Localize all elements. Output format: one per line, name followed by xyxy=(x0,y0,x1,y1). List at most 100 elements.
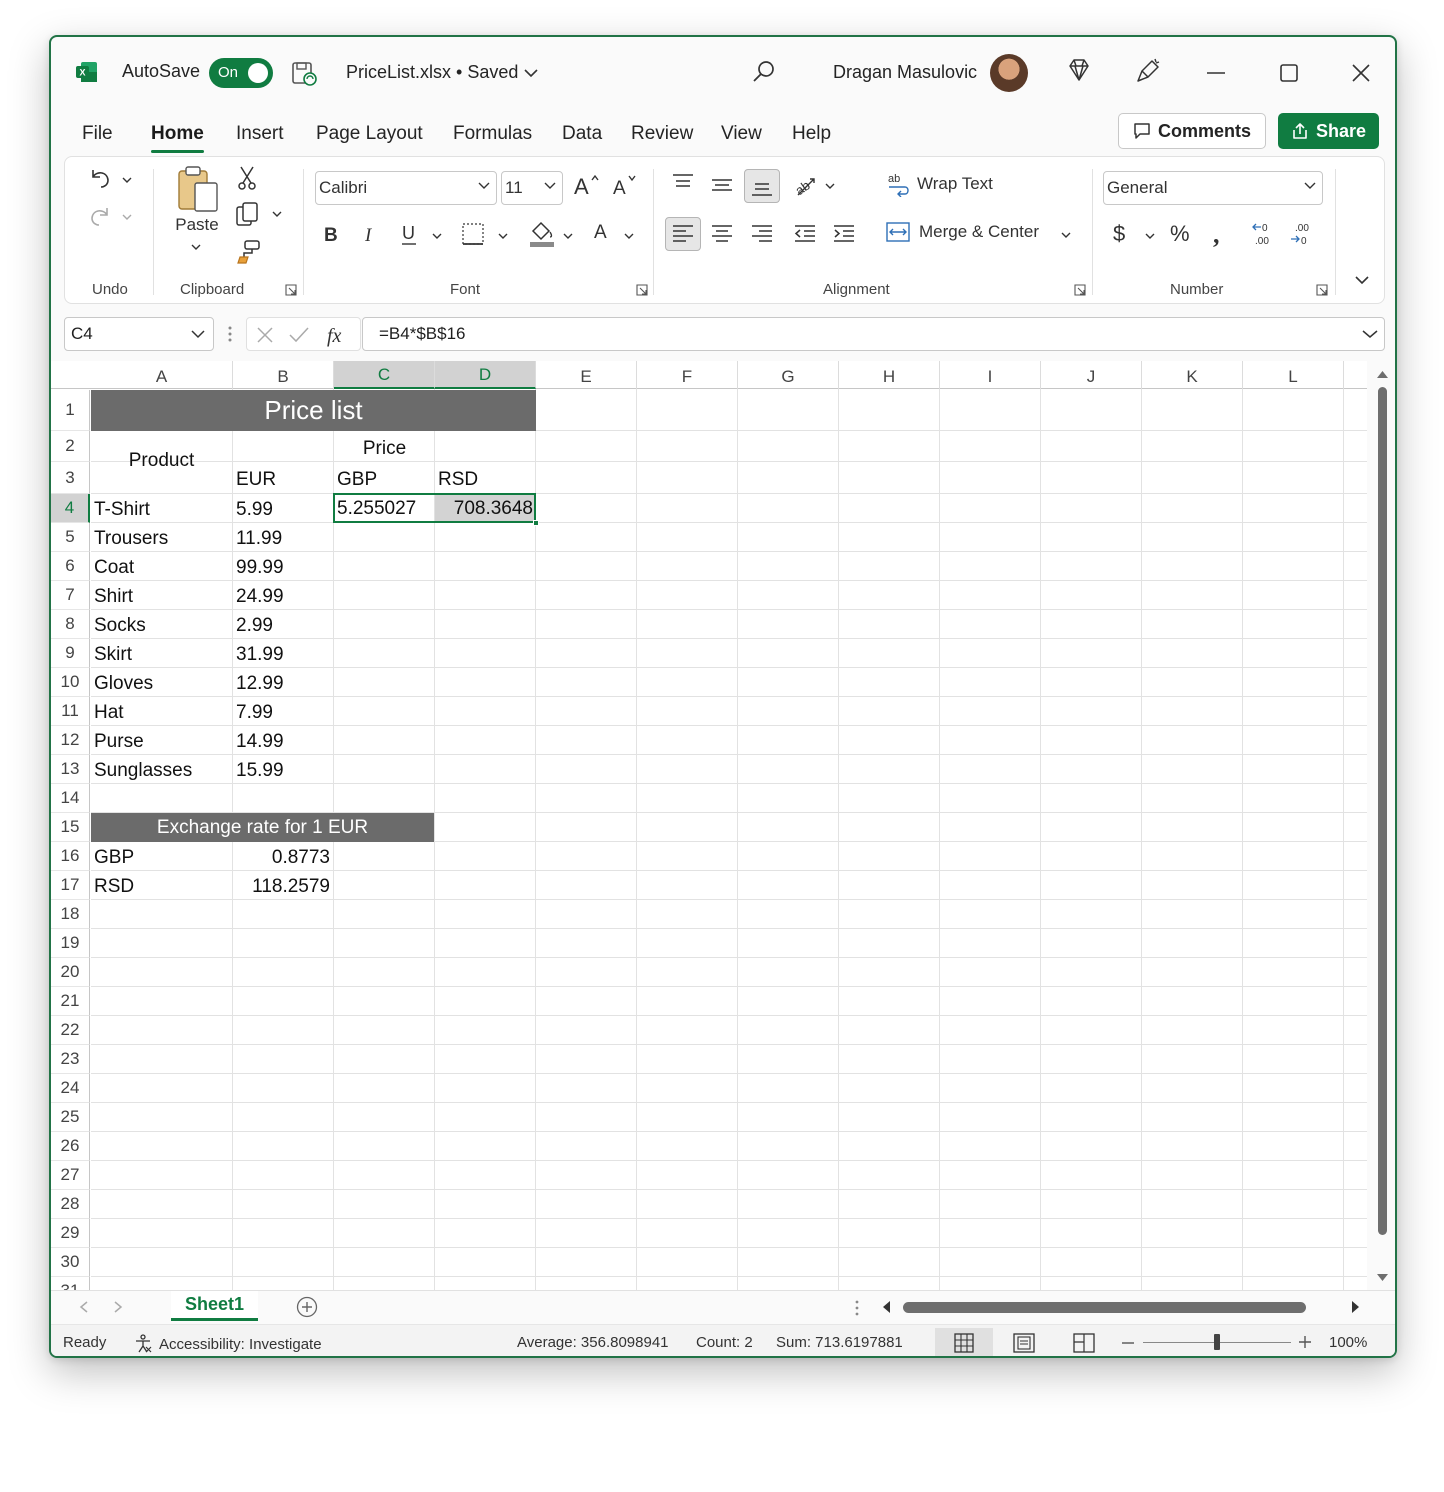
cell-C4[interactable]: 5.255027 xyxy=(334,494,434,522)
fill-color-icon[interactable] xyxy=(528,219,556,249)
prev-sheet-arrow-icon[interactable] xyxy=(79,1301,89,1313)
undo-icon[interactable] xyxy=(87,166,113,192)
ribbon-expand-chevron-icon[interactable] xyxy=(1354,275,1370,285)
cancel-x-icon[interactable] xyxy=(255,325,275,345)
orientation-icon[interactable]: ab xyxy=(792,171,820,199)
sheet-tab-sheet1[interactable]: Sheet1 xyxy=(171,1291,258,1321)
cell-B7[interactable]: 24.99 xyxy=(233,581,333,610)
zoom-level[interactable]: 100% xyxy=(1329,1334,1367,1351)
row-header-26[interactable]: 26 xyxy=(51,1132,90,1161)
row-header-31[interactable]: 31 xyxy=(51,1277,90,1290)
copy-dropdown-chevron-icon[interactable] xyxy=(272,210,282,218)
column-header-K[interactable]: K xyxy=(1142,361,1243,389)
row-header-9[interactable]: 9 xyxy=(51,639,90,668)
row-header-27[interactable]: 27 xyxy=(51,1161,90,1190)
zoom-in-plus-icon[interactable] xyxy=(1299,1336,1311,1348)
decrease-font-size-icon[interactable]: A xyxy=(611,172,641,200)
format-painter-icon[interactable] xyxy=(235,239,261,265)
accessibility-checker[interactable]: Accessibility: Investigate xyxy=(133,1334,322,1354)
row-header-16[interactable]: 16 xyxy=(51,842,90,871)
row-header-7[interactable]: 7 xyxy=(51,581,90,610)
premium-diamond-icon[interactable] xyxy=(1066,57,1092,83)
row-header-24[interactable]: 24 xyxy=(51,1074,90,1103)
align-center-icon[interactable] xyxy=(709,221,735,247)
redo-icon[interactable] xyxy=(87,204,113,230)
save-sync-icon[interactable] xyxy=(291,61,317,87)
formula-input[interactable]: =B4*$B$16 xyxy=(362,317,1385,351)
cell-A6[interactable]: Coat xyxy=(91,552,232,581)
row-header-6[interactable]: 6 xyxy=(51,552,90,581)
align-bottom-button[interactable] xyxy=(744,169,780,203)
cell-A15-exchange-header[interactable]: Exchange rate for 1 EUR xyxy=(91,813,434,842)
cell-B11[interactable]: 7.99 xyxy=(233,697,333,726)
column-header-G[interactable]: G xyxy=(738,361,839,389)
normal-view-button[interactable] xyxy=(935,1328,993,1356)
orientation-dropdown-chevron-icon[interactable] xyxy=(825,182,835,190)
italic-icon[interactable]: I xyxy=(361,221,383,247)
bold-icon[interactable]: B xyxy=(321,221,343,247)
decrease-decimal-icon[interactable]: .000 xyxy=(1287,219,1317,249)
row-header-17[interactable]: 17 xyxy=(51,871,90,900)
cell-D4[interactable]: 708.3648 xyxy=(435,494,536,522)
scroll-left-arrow-icon[interactable] xyxy=(881,1300,891,1314)
minimize-icon[interactable] xyxy=(1206,71,1226,75)
page-layout-view-button[interactable] xyxy=(995,1328,1053,1356)
insert-function-fx-icon[interactable]: fx xyxy=(325,322,353,348)
tab-file[interactable]: File xyxy=(82,123,113,145)
cell-A10[interactable]: Gloves xyxy=(91,668,232,697)
column-header-C[interactable]: C xyxy=(334,361,435,389)
row-header-29[interactable]: 29 xyxy=(51,1219,90,1248)
align-middle-icon[interactable] xyxy=(709,173,735,199)
borders-icon[interactable] xyxy=(460,221,486,247)
redo-dropdown-chevron-icon[interactable] xyxy=(122,213,132,221)
cell-B5[interactable]: 11.99 xyxy=(233,523,333,552)
cell-A7[interactable]: Shirt xyxy=(91,581,232,610)
cell-B17[interactable]: 118.2579 xyxy=(233,871,333,900)
column-header-I[interactable]: I xyxy=(940,361,1041,389)
cell-A4[interactable]: T-Shirt xyxy=(91,494,232,523)
cell-D3-rsd[interactable]: RSD xyxy=(435,462,535,493)
search-icon[interactable] xyxy=(751,59,777,85)
number-launcher-icon[interactable] xyxy=(1316,284,1328,296)
autosave-toggle[interactable]: On xyxy=(209,58,273,88)
cell-B4[interactable]: 5.99 xyxy=(233,494,333,523)
row-header-22[interactable]: 22 xyxy=(51,1016,90,1045)
row-header-4[interactable]: 4 xyxy=(51,494,90,523)
tab-insert[interactable]: Insert xyxy=(236,123,284,145)
row-header-19[interactable]: 19 xyxy=(51,929,90,958)
paste-icon[interactable] xyxy=(175,165,221,213)
tab-formulas[interactable]: Formulas xyxy=(453,123,532,145)
row-header-8[interactable]: 8 xyxy=(51,610,90,639)
tab-home[interactable]: Home xyxy=(151,123,204,153)
column-header-D[interactable]: D xyxy=(435,361,536,389)
align-right-icon[interactable] xyxy=(749,221,775,247)
vertical-scroll-thumb[interactable] xyxy=(1378,387,1387,1235)
share-button[interactable]: Share xyxy=(1278,113,1379,149)
undo-dropdown-chevron-icon[interactable] xyxy=(122,176,132,184)
cell-B9[interactable]: 31.99 xyxy=(233,639,333,668)
close-icon[interactable] xyxy=(1351,63,1371,83)
next-sheet-arrow-icon[interactable] xyxy=(113,1301,123,1313)
tab-splitter-grip-icon[interactable] xyxy=(854,1299,860,1317)
copy-icon[interactable] xyxy=(235,201,263,227)
row-header-25[interactable]: 25 xyxy=(51,1103,90,1132)
column-header-B[interactable]: B xyxy=(233,361,334,389)
row-header-23[interactable]: 23 xyxy=(51,1045,90,1074)
horizontal-scroll-thumb[interactable] xyxy=(903,1302,1306,1313)
page-break-view-button[interactable] xyxy=(1055,1328,1113,1356)
column-header-E[interactable]: E xyxy=(536,361,637,389)
row-header-30[interactable]: 30 xyxy=(51,1248,90,1277)
cell-A2-product-header[interactable]: Product xyxy=(91,431,232,493)
tab-view[interactable]: View xyxy=(721,123,762,145)
cell-A9[interactable]: Skirt xyxy=(91,639,232,668)
cell-B3-eur[interactable]: EUR xyxy=(233,462,333,493)
row-header-1[interactable]: 1 xyxy=(51,390,90,431)
increase-indent-icon[interactable] xyxy=(831,221,857,247)
borders-dropdown-chevron-icon[interactable] xyxy=(498,232,508,240)
cell-B12[interactable]: 14.99 xyxy=(233,726,333,755)
row-header-20[interactable]: 20 xyxy=(51,958,90,987)
row-header-5[interactable]: 5 xyxy=(51,523,90,552)
maximize-icon[interactable] xyxy=(1280,64,1298,82)
increase-font-size-icon[interactable]: A xyxy=(572,172,602,200)
enter-check-icon[interactable] xyxy=(288,325,310,345)
